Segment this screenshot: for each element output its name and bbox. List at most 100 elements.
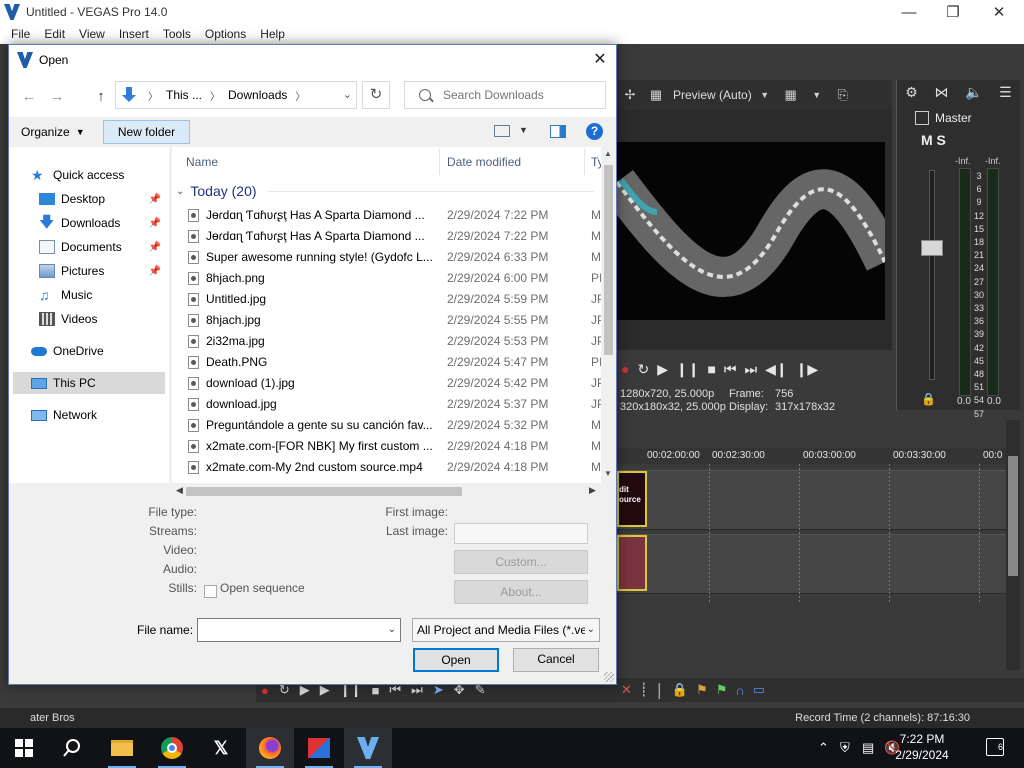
file-row[interactable]: download.jpg 2/29/2024 5:37 PM JP — [172, 394, 601, 415]
close-window-icon[interactable]: ✕ — [976, 0, 1022, 24]
audio-clip[interactable] — [617, 535, 647, 591]
breadcrumb-downloads[interactable]: Downloads — [228, 88, 287, 102]
menu-help[interactable]: Help — [253, 27, 292, 41]
scroll-right-icon[interactable]: ▶ — [589, 485, 596, 496]
file-row[interactable]: Death.PNG 2/29/2024 5:47 PM PI — [172, 352, 601, 373]
column-name[interactable]: Name — [186, 151, 218, 173]
record-icon[interactable]: ● — [621, 361, 629, 377]
file-row[interactable]: Jɵɾԁɑɳ Ƭɑɦʋɾʂţ Has A Sparta Diamond ... 2… — [172, 205, 601, 226]
chrome-button[interactable] — [148, 728, 196, 768]
scroll-down-icon[interactable]: ▼ — [604, 469, 612, 478]
file-row[interactable]: 8hjach.jpg 2/29/2024 5:55 PM JP — [172, 310, 601, 331]
file-row[interactable]: Preguntándole a gente su su canción fav.… — [172, 415, 601, 436]
preview-quality-select[interactable]: Preview (Auto) — [673, 88, 752, 102]
scroll-thumb[interactable] — [604, 165, 613, 355]
nav-videos[interactable]: Videos — [39, 308, 165, 330]
pin-icon[interactable]: 📌 — [149, 242, 161, 253]
column-type[interactable]: Ty — [591, 151, 601, 173]
region-icon[interactable]: ⚑ — [716, 682, 728, 698]
mixer-downmix-icon[interactable]: ⋈ — [934, 84, 948, 101]
nav-onedrive[interactable]: OneDrive — [31, 340, 165, 362]
nav-network[interactable]: Network — [31, 404, 165, 426]
nav-quick-access[interactable]: ★ Quick access — [31, 164, 165, 186]
play-icon[interactable]: ▶ — [657, 361, 668, 378]
minimize-icon[interactable]: — — [886, 0, 932, 24]
video-clip[interactable]: dit ource — [617, 471, 647, 527]
group-header-today[interactable]: ⌄ Today (20) — [176, 181, 257, 201]
file-row[interactable]: download (1).jpg 2/29/2024 5:42 PM JP — [172, 373, 601, 394]
pin-icon[interactable]: 📌 — [149, 218, 161, 229]
master-fader-handle[interactable] — [921, 240, 943, 256]
about-button[interactable]: About... — [454, 580, 588, 604]
scroll-thumb[interactable] — [186, 487, 462, 496]
custom-button[interactable]: Custom... — [454, 550, 588, 574]
overlay-icon[interactable]: ▦ — [646, 85, 666, 105]
security-shield-icon[interactable]: ⛨ — [840, 740, 850, 756]
video-track[interactable]: dit ource — [617, 470, 1007, 530]
menu-edit[interactable]: Edit — [37, 27, 72, 41]
column-divider[interactable] — [584, 149, 585, 175]
snapping-icon[interactable]: ∩ — [735, 683, 744, 698]
view-dropdown-icon[interactable]: ▼ — [519, 125, 528, 135]
grid-dropdown-icon[interactable]: ▼ — [807, 85, 827, 105]
breadcrumb-chevron-icon[interactable]: 〉 — [295, 88, 305, 103]
file-explorer-button[interactable] — [98, 728, 146, 768]
new-folder-button[interactable]: New folder — [103, 120, 190, 144]
nav-documents[interactable]: Documents 📌 — [39, 236, 165, 258]
file-row[interactable]: x2mate.com-My 2nd custom source.mp4 2/29/… — [172, 457, 601, 478]
preview-pane-icon[interactable] — [550, 125, 566, 138]
pin-icon[interactable]: 📌 — [149, 266, 161, 277]
notification-center-icon[interactable]: 6 — [986, 738, 1004, 756]
file-name-dropdown-icon[interactable]: ⌄ — [388, 624, 396, 635]
scroll-left-icon[interactable]: ◀ — [176, 485, 183, 496]
delete-icon[interactable]: ✕ — [621, 682, 632, 698]
vegas-taskbar-button[interactable] — [344, 728, 392, 768]
file-row[interactable]: 2i32ma.jpg 2/29/2024 5:53 PM JP — [172, 331, 601, 352]
forward-arrow-icon[interactable]: → — [47, 87, 67, 107]
nav-this-pc[interactable]: This PC — [13, 372, 165, 394]
breadcrumb-chevron-icon[interactable]: 〉 — [210, 88, 220, 103]
nav-desktop[interactable]: Desktop 📌 — [39, 188, 165, 210]
back-arrow-icon[interactable]: ← — [19, 87, 39, 107]
network-icon[interactable]: ▤ — [862, 740, 874, 756]
scroll-thumb[interactable] — [1008, 456, 1018, 576]
up-arrow-icon[interactable]: ↑ — [91, 87, 111, 107]
file-row[interactable]: Jɵɾԁɑɳ Ƭɑɦʋɾʂţ Has A Sparta Diamond ... 2… — [172, 226, 601, 247]
last-image-field[interactable] — [454, 523, 588, 544]
x-app-button[interactable]: 𝕏 — [197, 728, 245, 768]
filter-dropdown-icon[interactable]: ⌄ — [584, 619, 595, 641]
refresh-icon[interactable]: ↻ — [362, 81, 390, 109]
nav-downloads[interactable]: 🡇 Downloads 📌 — [39, 212, 165, 234]
pause-icon[interactable]: ❙❙ — [676, 361, 699, 378]
collapse-chevron-icon[interactable]: ⌄ — [176, 186, 184, 197]
dialog-close-icon[interactable]: ✕ — [588, 48, 612, 72]
clock[interactable]: 7:22 PM 2/29/2024 — [882, 731, 962, 763]
address-dropdown-icon[interactable]: ⌄ — [343, 88, 352, 101]
resize-grip-icon[interactable] — [604, 672, 614, 682]
file-name-input[interactable]: ⌄ — [197, 618, 401, 642]
organize-button[interactable]: Organize ▼ — [21, 123, 85, 141]
pin-icon[interactable]: 📌 — [149, 194, 161, 205]
search-input[interactable] — [443, 88, 603, 102]
quality-dropdown-icon[interactable]: ▼ — [755, 85, 775, 105]
file-row[interactable]: Untitled.jpg 2/29/2024 5:59 PM JP — [172, 289, 601, 310]
column-date-modified[interactable]: Date modified — [447, 151, 521, 173]
open-button[interactable]: Open — [413, 648, 499, 672]
column-divider[interactable] — [439, 149, 440, 175]
prev-frame-icon[interactable]: ◀❙ — [765, 361, 788, 378]
file-row[interactable]: 8hjach.png 2/29/2024 6:00 PM PI — [172, 268, 601, 289]
mixer-faders-icon[interactable]: ☰ — [999, 84, 1012, 101]
scroll-up-icon[interactable]: ▲ — [604, 149, 612, 158]
split-screen-icon[interactable]: ✢ — [620, 85, 640, 105]
auto-ripple-icon[interactable]: ▭ — [753, 682, 765, 698]
breadcrumb-this-pc[interactable]: This ... — [166, 88, 202, 102]
menu-file[interactable]: File — [4, 27, 37, 41]
address-bar[interactable]: 〉 This ... 〉 Downloads 〉 ⌄ — [115, 81, 357, 109]
menu-options[interactable]: Options — [198, 27, 253, 41]
media-app-button[interactable] — [295, 728, 343, 768]
help-icon[interactable]: ? — [586, 123, 603, 140]
lock-icon[interactable]: 🔒 — [921, 392, 936, 406]
start-button[interactable] — [0, 728, 48, 768]
mixer-speaker-icon[interactable]: 🔈 — [965, 84, 982, 101]
search-taskbar-button[interactable] — [48, 728, 96, 768]
